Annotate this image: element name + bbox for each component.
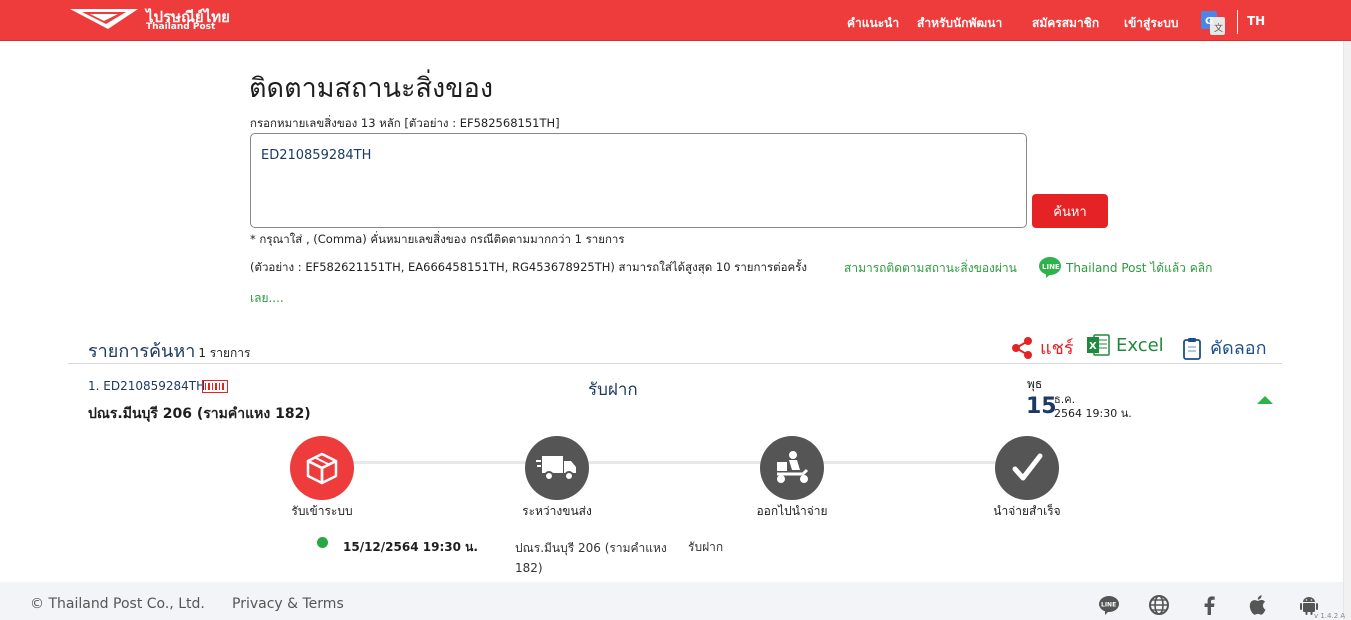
line-icon[interactable]: LINE bbox=[1038, 256, 1062, 278]
nav-register[interactable]: สมัครสมาชิก bbox=[1032, 14, 1099, 33]
event-datetime: 15/12/2564 19:30 น. bbox=[343, 540, 478, 554]
step-out-for-delivery-label: ออกไปนำจ่าย bbox=[756, 504, 828, 518]
line-icon[interactable]: LINE bbox=[1098, 594, 1120, 616]
results-count: 1 รายการ bbox=[198, 346, 251, 360]
event-status: รับฝาก bbox=[688, 540, 724, 554]
copy-button[interactable]: คัดลอก bbox=[1180, 333, 1266, 362]
page-title: ติดตามสถานะสิ่งของ bbox=[249, 73, 494, 104]
thailand-post-logo-icon[interactable] bbox=[68, 5, 140, 33]
results-title: รายการค้นหา 1 รายการ bbox=[88, 336, 250, 365]
step-in-transit bbox=[525, 436, 589, 500]
item-weekday: พุธ bbox=[1027, 377, 1043, 391]
item-tracking-number: 1. ED210859284TH bbox=[88, 379, 206, 393]
share-button[interactable]: แชร์ bbox=[1010, 333, 1074, 362]
check-icon bbox=[1012, 453, 1043, 481]
tracking-number-input[interactable]: ED210859284TH bbox=[250, 133, 1027, 228]
svg-text:文: 文 bbox=[1214, 22, 1223, 34]
box-icon bbox=[306, 452, 338, 485]
svg-text:LINE: LINE bbox=[1042, 263, 1060, 271]
brand-name-en: Thailand Post bbox=[146, 22, 216, 32]
version-label: v 1.4.2 A bbox=[1314, 612, 1346, 620]
privacy-terms-link[interactable]: Privacy & Terms bbox=[232, 596, 344, 612]
step-received bbox=[290, 436, 354, 500]
top-navbar: ไปรษณีย์ไทย Thailand Post คำแนะนำ สำหรับ… bbox=[0, 0, 1351, 41]
clipboard-icon bbox=[1183, 337, 1201, 360]
line-promo-link[interactable]: สามารถติดตามสถานะสิ่งของผ่าน bbox=[844, 259, 1017, 278]
svg-text:LINE: LINE bbox=[1101, 602, 1116, 609]
scooter-icon bbox=[777, 451, 809, 483]
truck-icon bbox=[536, 456, 576, 481]
facebook-icon[interactable] bbox=[1198, 594, 1220, 616]
nav-divider bbox=[1237, 10, 1238, 34]
example-note: (ตัวอย่าง : EF582621151TH, EA666458151TH… bbox=[250, 260, 807, 274]
language-switch[interactable]: TH bbox=[1247, 14, 1265, 28]
barcode-icon[interactable] bbox=[202, 380, 228, 393]
results-divider bbox=[68, 363, 1282, 364]
event-status-dot bbox=[317, 537, 328, 548]
excel-label: Excel bbox=[1116, 334, 1164, 356]
google-translate-icon[interactable]: G 文 bbox=[1201, 11, 1225, 35]
item-status: รับฝาก bbox=[588, 380, 638, 400]
step-out-for-delivery bbox=[760, 436, 824, 500]
svg-text:G: G bbox=[1205, 16, 1213, 27]
tracking-hint: กรอกหมายเลขสิ่งของ 13 หลัก [ตัวอย่าง : E… bbox=[250, 116, 560, 130]
page-scrollbar[interactable] bbox=[1343, 41, 1351, 620]
step-in-transit-label: ระหว่างขนส่ง bbox=[522, 504, 592, 518]
nav-developers[interactable]: สำหรับนักพัฒนา bbox=[917, 14, 1002, 33]
line-promo-link-3[interactable]: เลย.... bbox=[250, 289, 284, 308]
share-icon bbox=[1012, 336, 1032, 359]
footer-copyright: © Thailand Post Co., Ltd. bbox=[30, 596, 205, 612]
step-delivered-label: นำจ่ายสำเร็จ bbox=[993, 504, 1061, 518]
excel-icon: X bbox=[1087, 334, 1110, 356]
globe-icon[interactable] bbox=[1148, 594, 1170, 616]
nav-guide[interactable]: คำแนะนำ bbox=[847, 14, 899, 33]
results-title-text: รายการค้นหา bbox=[88, 341, 196, 362]
item-day: 15 bbox=[1026, 394, 1057, 419]
chevron-up-icon[interactable] bbox=[1256, 394, 1274, 406]
step-received-label: รับเข้าระบบ bbox=[291, 504, 353, 518]
item-origin-office: ปณร.มีนบุรี 206 (รามคำแหง 182) bbox=[88, 406, 311, 422]
copy-label: คัดลอก bbox=[1210, 338, 1267, 359]
event-place: ปณร.มีนบุรี 206 (รามคำแหง 182) bbox=[515, 541, 667, 575]
comma-note: * กรุณาใส่ , (Comma) คั่นหมายเลขสิ่งของ … bbox=[250, 232, 625, 246]
nav-login[interactable]: เข้าสู่ระบบ bbox=[1124, 14, 1179, 33]
excel-button[interactable]: X Excel bbox=[1086, 333, 1164, 357]
progress-line bbox=[322, 461, 1027, 464]
share-label: แชร์ bbox=[1040, 338, 1074, 359]
line-promo-link-2[interactable]: Thailand Post ได้แล้ว คลิก bbox=[1066, 259, 1212, 278]
search-button[interactable]: ค้นหา bbox=[1032, 194, 1108, 228]
svg-text:X: X bbox=[1089, 341, 1097, 352]
apple-icon[interactable] bbox=[1248, 594, 1270, 616]
item-year-time: 2564 19:30 น. bbox=[1054, 407, 1132, 420]
step-delivered bbox=[995, 436, 1059, 500]
